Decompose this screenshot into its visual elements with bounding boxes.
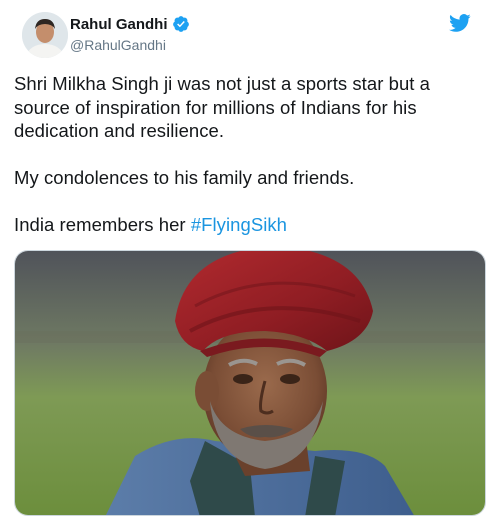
tweet-header: Rahul Gandhi @RahulGandhi — [12, 10, 482, 66]
tweet-paragraph: My condolences to his family and friends… — [14, 167, 355, 188]
tweet-paragraph: India remembers her #FlyingSikh — [14, 213, 484, 237]
handle[interactable]: @RahulGandhi — [70, 37, 190, 53]
tweet-paragraph-text: India remembers her — [14, 214, 191, 235]
portrait-photo — [15, 251, 485, 515]
display-name-row: Rahul Gandhi — [70, 14, 190, 34]
tweet-photo[interactable] — [14, 250, 486, 516]
hashtag-link[interactable]: #FlyingSikh — [191, 214, 287, 235]
display-name[interactable]: Rahul Gandhi — [70, 16, 168, 33]
tweet-paragraph: Shri Milkha Singh ji was not just a spor… — [14, 73, 430, 141]
verified-badge-icon — [172, 16, 189, 32]
twitter-bird-icon[interactable] — [448, 12, 472, 34]
avatar[interactable] — [22, 12, 68, 58]
author-names: Rahul Gandhi @RahulGandhi — [70, 14, 190, 53]
tweet-text: Shri Milkha Singh ji was not just a spor… — [14, 72, 484, 237]
tweet-card: Rahul Gandhi @RahulGandhi Shri Milkha Si… — [0, 0, 493, 518]
avatar-portrait-icon — [22, 12, 68, 58]
